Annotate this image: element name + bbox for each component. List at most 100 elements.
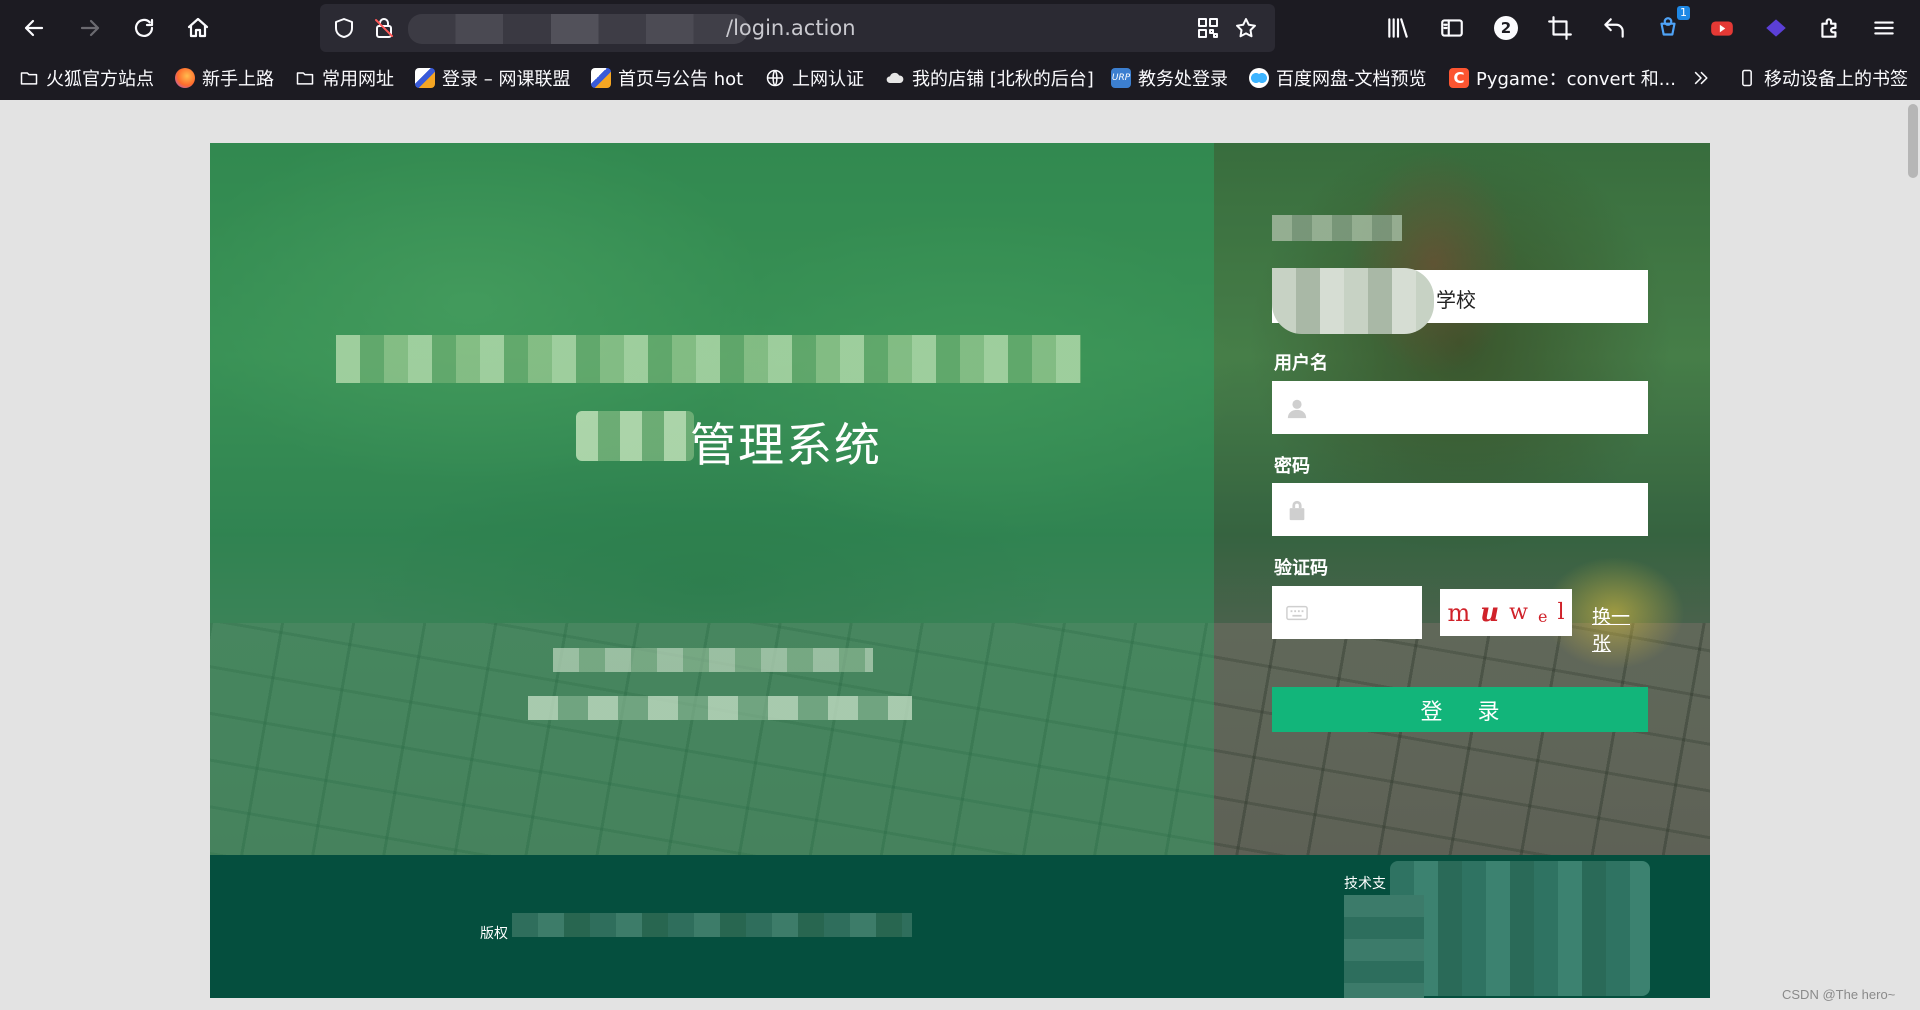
bookmark-item[interactable]: 上网认证 (764, 66, 864, 90)
qr-code-icon[interactable] (1196, 16, 1220, 40)
bookmark-item[interactable]: 登录 – 网课联盟 (414, 66, 570, 90)
page-footer: 版权 技术支 (210, 855, 1710, 998)
folder-icon (294, 67, 316, 89)
password-label: 密码 (1274, 456, 1310, 477)
site-favicon (414, 67, 436, 89)
bookmark-label: 新手上路 (202, 69, 274, 90)
page-title: 管理系统 (690, 418, 882, 472)
bookmark-label: 我的店铺 [北秋的后台] (912, 69, 1094, 90)
bookmark-label: 登录 – 网课联盟 (442, 69, 571, 90)
captcha-char: w (1509, 600, 1528, 625)
captcha-label: 验证码 (1274, 558, 1328, 579)
lock-icon (1286, 499, 1308, 521)
extension-badge-icon[interactable]: 1 (1652, 6, 1690, 44)
captcha-char: m (1447, 598, 1471, 627)
globe-icon (764, 67, 786, 89)
captcha-field[interactable] (1272, 586, 1422, 639)
redacted-system-name (336, 335, 1081, 383)
home-button[interactable] (178, 8, 218, 48)
bookmark-item[interactable]: URP 教务处登录 (1110, 66, 1228, 90)
bookmark-label: 首页与公告 hot (618, 69, 744, 90)
captcha-char: u (1480, 597, 1500, 628)
refresh-captcha-link[interactable]: 换一张 (1592, 602, 1648, 656)
login-button[interactable]: 登 录 (1272, 687, 1648, 732)
bookmark-item[interactable]: 首页与公告 hot (590, 66, 743, 90)
diamond-extension-icon[interactable] (1760, 12, 1792, 44)
captcha-image[interactable]: m u w e l (1440, 589, 1572, 636)
bookmark-item[interactable]: 移动设备上的书签 (1736, 66, 1908, 90)
extensions-puzzle-icon[interactable] (1814, 12, 1846, 44)
bookmark-item[interactable]: C Pygame：convert 和... (1448, 66, 1676, 90)
username-input[interactable] (1322, 389, 1632, 425)
redacted-copyright-text (512, 913, 912, 937)
forward-button[interactable] (70, 8, 110, 48)
tab-counter-icon[interactable]: 2 (1490, 12, 1522, 44)
urp-icon: URP (1110, 67, 1132, 89)
page-scrollbar[interactable] (1908, 104, 1918, 178)
redacted-tech-support (1390, 861, 1650, 996)
tab-count: 2 (1494, 16, 1518, 40)
user-icon (1286, 397, 1308, 419)
username-label: 用户名 (1274, 353, 1328, 374)
green-overlay-panel (210, 143, 1214, 855)
undo-arrow-icon[interactable] (1598, 12, 1630, 44)
arrow-left-icon (24, 19, 44, 37)
login-form: 学校 用户名 密码 验证码 m u w e l 换一张 登 录 (1272, 143, 1648, 855)
bookmark-star-icon[interactable] (1234, 16, 1258, 40)
bookmark-item[interactable]: 百度网盘-文档预览 (1248, 66, 1427, 90)
extension-count: 1 (1677, 6, 1690, 20)
bookmark-label: 移动设备上的书签 (1764, 69, 1908, 90)
bookmark-label: 教务处登录 (1138, 69, 1228, 90)
url-redaction (408, 14, 748, 44)
sidebar-icon[interactable] (1436, 12, 1468, 44)
school-select-value: 学校 (1436, 288, 1476, 312)
redacted-school-name (1272, 268, 1434, 334)
bookmark-item[interactable]: 新手上路 (174, 66, 274, 90)
cloud-icon (884, 67, 906, 89)
address-bar[interactable]: /login.action (320, 4, 1275, 52)
site-favicon (590, 67, 612, 89)
chevron-double-right-icon (1690, 67, 1712, 89)
tech-support-label: 技术支 (1344, 876, 1386, 892)
keyboard-icon (1286, 602, 1308, 624)
password-field[interactable] (1272, 483, 1648, 536)
bookmark-label: 百度网盘-文档预览 (1276, 69, 1427, 90)
crop-icon[interactable] (1544, 12, 1576, 44)
url-text[interactable]: /login.action (726, 16, 856, 40)
back-button[interactable] (14, 8, 54, 48)
shield-icon[interactable] (332, 16, 356, 40)
bookmark-label: 上网认证 (792, 69, 864, 90)
password-input[interactable] (1322, 491, 1632, 527)
menu-hamburger-icon[interactable] (1868, 12, 1900, 44)
bookmark-label: 常用网址 (322, 69, 394, 90)
arrow-right-icon (80, 19, 100, 37)
reload-button[interactable] (124, 8, 164, 48)
redacted-tech-support (1344, 895, 1424, 998)
bookmark-item[interactable]: 常用网址 (294, 66, 394, 90)
redacted-title-prefix (576, 411, 694, 461)
copyright-label: 版权 (480, 926, 508, 942)
baidu-pan-icon (1248, 67, 1270, 89)
browser-toolbar: /login.action 2 1 (0, 0, 1920, 56)
captcha-input[interactable] (1322, 594, 1412, 630)
username-field[interactable] (1272, 381, 1648, 434)
redacted-subtitle (553, 648, 873, 672)
csdn-watermark: CSDN @The hero~ (1782, 987, 1896, 1002)
login-container: 管理系统 学校 用户名 密码 验证码 m u w e l 换一张 登 录 版权 … (210, 143, 1710, 998)
redacted-form-heading (1272, 215, 1402, 241)
mobile-icon (1736, 67, 1758, 89)
csdn-icon: C (1448, 67, 1470, 89)
bookmark-item[interactable]: 我的店铺 [北秋的后台] (884, 66, 1094, 90)
reload-icon (134, 18, 154, 37)
bookmarks-overflow-button[interactable] (1690, 66, 1718, 90)
bookmark-item[interactable]: 火狐官方站点 (18, 66, 154, 90)
firefox-icon (174, 67, 196, 89)
bookmarks-bar: 火狐官方站点 新手上路 常用网址 登录 – 网课联盟 首页与公告 hot 上网认… (0, 56, 1920, 100)
insecure-lock-icon[interactable] (372, 16, 396, 40)
video-extension-icon[interactable] (1706, 12, 1738, 44)
redacted-subtitle (528, 696, 912, 720)
captcha-char: l (1557, 600, 1565, 625)
captcha-char: e (1538, 607, 1548, 626)
library-icon[interactable] (1382, 12, 1414, 44)
folder-icon (18, 67, 40, 89)
